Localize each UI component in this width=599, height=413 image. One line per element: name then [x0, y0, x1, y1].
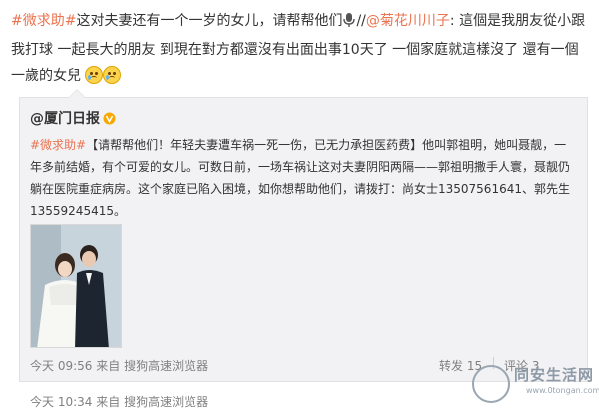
- post-time[interactable]: 今天 10:34: [30, 395, 92, 409]
- from-label: 来自: [96, 395, 121, 409]
- original-meta: 今天 09:56 来自 搜狗高速浏览器: [30, 357, 208, 374]
- microphone-icon: [342, 11, 356, 37]
- original-time[interactable]: 今天 09:56: [30, 359, 92, 373]
- original-post-card: @厦门日报 #微求助#【请帮帮他们！年轻夫妻遭车祸一死一伤，已无力承担医药费】他…: [19, 89, 588, 382]
- repost-separator: //: [356, 13, 366, 29]
- original-post-text: #微求助#【请帮帮他们！年轻夫妻遭车祸一死一伤，已无力承担医药费】他叫郭祖明，她…: [30, 134, 578, 222]
- hashtag-link[interactable]: #微求助#: [11, 13, 76, 29]
- post-meta: 今天 10:34 来自 搜狗高速浏览器: [30, 393, 208, 410]
- original-author: @厦门日报: [30, 108, 116, 128]
- from-label: 来自: [96, 359, 121, 373]
- comment-count[interactable]: 评论 3: [504, 357, 539, 374]
- cry-emoji-icon: [85, 66, 104, 84]
- post-source[interactable]: 搜狗高速浏览器: [124, 395, 208, 409]
- verified-v-icon: [103, 112, 116, 125]
- mention-link[interactable]: @菊花川川子: [366, 13, 450, 29]
- author-link[interactable]: @厦门日报: [30, 111, 100, 127]
- stat-divider: [493, 357, 494, 369]
- original-title: 【请帮帮他们！年轻夫妻遭车祸一死一伤，已无力承担医药费】: [86, 138, 423, 152]
- post-photo[interactable]: [30, 224, 122, 348]
- repost-count[interactable]: 转发 15: [439, 357, 482, 374]
- cry-emoji-icon: [103, 66, 122, 84]
- post-text-part: 这对夫妻还有一个一岁的女儿，请帮帮他们: [76, 13, 343, 29]
- post-text: #微求助#这对夫妻还有一个一岁的女儿，请帮帮他们//@菊花川川子: 這個是我朋友…: [11, 8, 591, 89]
- watermark-url: www.0tongan.com: [526, 386, 599, 395]
- hashtag-link[interactable]: #微求助#: [30, 138, 86, 152]
- original-source[interactable]: 搜狗高速浏览器: [124, 359, 208, 373]
